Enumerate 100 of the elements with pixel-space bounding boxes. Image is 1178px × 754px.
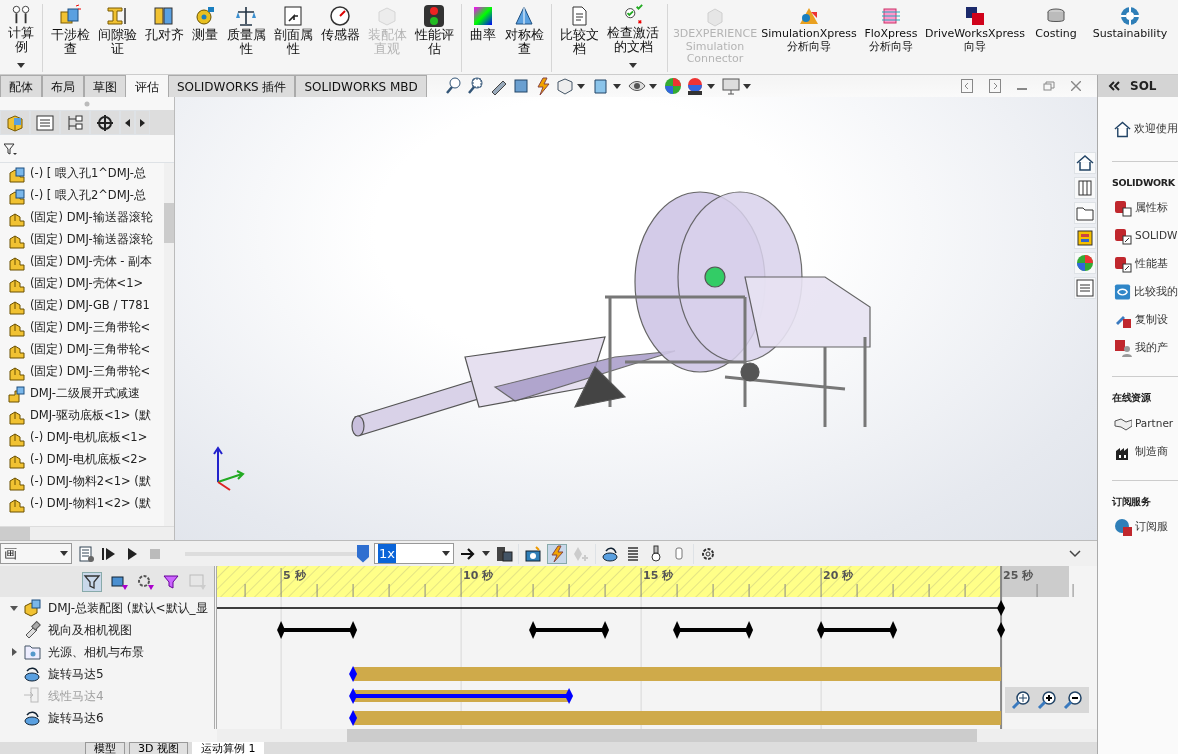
caret-icon[interactable] [612,84,621,89]
tree-diagram-tab[interactable] [60,110,90,135]
tree-item[interactable]: (-) DMJ-物料1<2> (默 [0,493,164,515]
tree-item[interactable]: (-) DMJ-电机底板<2> [0,449,164,471]
keyframe-span[interactable] [277,621,358,639]
command-tab[interactable]: 配体 [0,75,42,97]
bottom-tab[interactable]: 运动算例 1 [191,742,265,754]
command-tab[interactable]: 布局 [42,75,84,97]
ribbon-button[interactable]: 测量 [190,4,220,72]
bottom-tab[interactable]: 模型 [85,742,125,754]
caret-icon[interactable] [576,84,585,89]
ribbon-button[interactable]: 质量属性 [225,4,267,72]
ribbon-button[interactable]: 计算例 [6,4,36,72]
motion-tree-item[interactable]: 旋转马达6 [48,709,104,727]
ribbon-button[interactable]: 对称检查 [503,4,545,72]
expander-icon[interactable] [10,648,18,656]
motion-tree-item[interactable]: 视向及相机视图 [48,621,132,639]
task-pane-link[interactable]: 我的产 [1098,334,1178,363]
command-tab[interactable]: SOLIDWORKS 插件 [168,75,296,97]
filter-icon[interactable] [4,142,18,155]
gear-filter-button[interactable] [136,572,154,591]
ribbon-button[interactable]: 性能评估 [413,4,455,72]
motion-tree-item[interactable]: 旋转马达5 [48,665,104,683]
keyframe-span[interactable] [673,621,754,639]
tree-item[interactable]: (-) [ 喂入孔1^DMJ-总 [0,163,164,185]
tree-item[interactable]: (固定) DMJ-输送器滚轮 [0,229,164,251]
task-pane-link[interactable]: 复制设 [1098,306,1178,335]
ribbon-button[interactable]: 比较文档 [558,4,600,72]
ribbon-button[interactable]: DriveWorksXpress 向导 [925,4,1025,72]
scrollbar[interactable] [164,163,174,526]
task-pane-link[interactable]: 订阅服 [1098,512,1178,541]
ribbon-button[interactable]: Costing [1030,4,1082,72]
ribbon-button[interactable]: 曲率 [468,4,498,72]
keyframe-span[interactable] [817,621,898,639]
command-tab[interactable]: SOLIDWORKS MBD [295,75,427,97]
motion-tree-item[interactable]: 光源、相机与布景 [48,643,144,661]
bottom-tab[interactable]: 3D 视图 [129,742,188,754]
scroll-right-button[interactable] [135,110,150,135]
ribbon-button[interactable]: 间隙验证 [96,4,138,72]
zoom-in-button[interactable] [1037,690,1057,710]
ribbon-button[interactable]: 检查激活的文档 [605,4,661,72]
crosshair-tab[interactable] [90,110,120,135]
tree-item[interactable]: (-) DMJ-物料2<1> (默 [0,471,164,493]
tree-item[interactable]: (固定) DMJ-三角带轮< [0,317,164,339]
expander-icon[interactable] [10,604,18,612]
command-tab[interactable]: 草图 [84,75,126,97]
caret-icon[interactable] [648,84,657,89]
zoom-out-button[interactable] [1063,690,1083,710]
ribbon-button[interactable]: 孔对齐 [143,4,185,72]
ribbon-button[interactable]: FloXpress 分析向导 [862,4,920,72]
slider-thumb[interactable] [357,544,369,563]
close-icon[interactable] [1071,81,1081,91]
caret-icon[interactable] [482,551,490,556]
calculator-button[interactable] [77,544,95,563]
tree-item[interactable]: (固定) DMJ-三角带轮< [0,361,164,383]
tree-item[interactable]: (固定) DMJ-GB / T781 [0,295,164,317]
tree-item[interactable]: DMJ-二级展开式减速 [0,383,164,405]
keyframe-icon[interactable] [997,622,1006,638]
task-pane-link[interactable]: 比较我的 [1098,278,1178,307]
scrollbar[interactable] [0,526,174,540]
film-disk-button[interactable] [495,544,513,563]
tree-item[interactable]: (固定) DMJ-壳体<1> [0,273,164,295]
task-pane-link[interactable]: 制造商 [1098,437,1178,466]
folder-tab[interactable] [1073,202,1096,224]
collapse-caret-icon[interactable] [1069,550,1081,558]
tree-item[interactable]: (-) DMJ-电机底板<1> [0,427,164,449]
study-type-dropdown[interactable]: 画 [0,543,72,564]
welcome-link[interactable]: 欢迎使用 [1098,97,1178,161]
double-chevron-icon[interactable] [1108,81,1120,91]
cube-tab[interactable] [0,110,30,135]
tree-item[interactable]: (固定) DMJ-三角带轮< [0,339,164,361]
autokey-button[interactable] [547,543,567,564]
tree-item[interactable]: (固定) DMJ-壳体 - 副本 [0,251,164,273]
zoom-fit-button[interactable] [1011,690,1031,710]
ribbon-button[interactable]: 干涉检查 [49,4,91,72]
ribbon-button[interactable]: 剖面属性 [272,4,314,72]
playback-slider[interactable] [185,544,369,563]
palette-tab[interactable] [1073,227,1096,249]
ribbon-button[interactable]: SimulationXpress 分析向导 [761,4,857,72]
caret-icon[interactable] [706,84,715,89]
timeline-scrollbar[interactable] [217,729,1097,742]
panel-right-icon[interactable] [989,79,1001,93]
motion-tree-item[interactable]: DMJ-总装配图 (默认<默认_显 [48,599,208,617]
linear-motor-bar[interactable] [349,688,574,704]
task-pane-link[interactable]: Partner [1098,409,1178,438]
house-tab[interactable] [1073,152,1096,174]
scroll-left-button[interactable] [120,110,135,135]
funnel-button[interactable] [162,572,180,591]
tree-item[interactable]: DMJ-驱动底板<1> (默 [0,405,164,427]
color-wheel-tab[interactable] [1073,252,1096,274]
speed-dropdown[interactable]: 1x [374,543,454,564]
panel-left-icon[interactable] [961,79,973,93]
task-pane-link[interactable]: 属性标 [1098,194,1178,223]
filter-button[interactable] [82,571,102,592]
ribbon-button[interactable]: 传感器 [319,4,361,72]
ribbon-button[interactable]: Sustainability [1087,4,1173,72]
camera-button[interactable] [524,544,542,563]
tree-item[interactable]: (-) [ 喂入孔2^DMJ-总 [0,185,164,207]
grip-icon[interactable] [84,100,90,107]
tree-item[interactable]: (固定) DMJ-输送器滚轮 [0,207,164,229]
